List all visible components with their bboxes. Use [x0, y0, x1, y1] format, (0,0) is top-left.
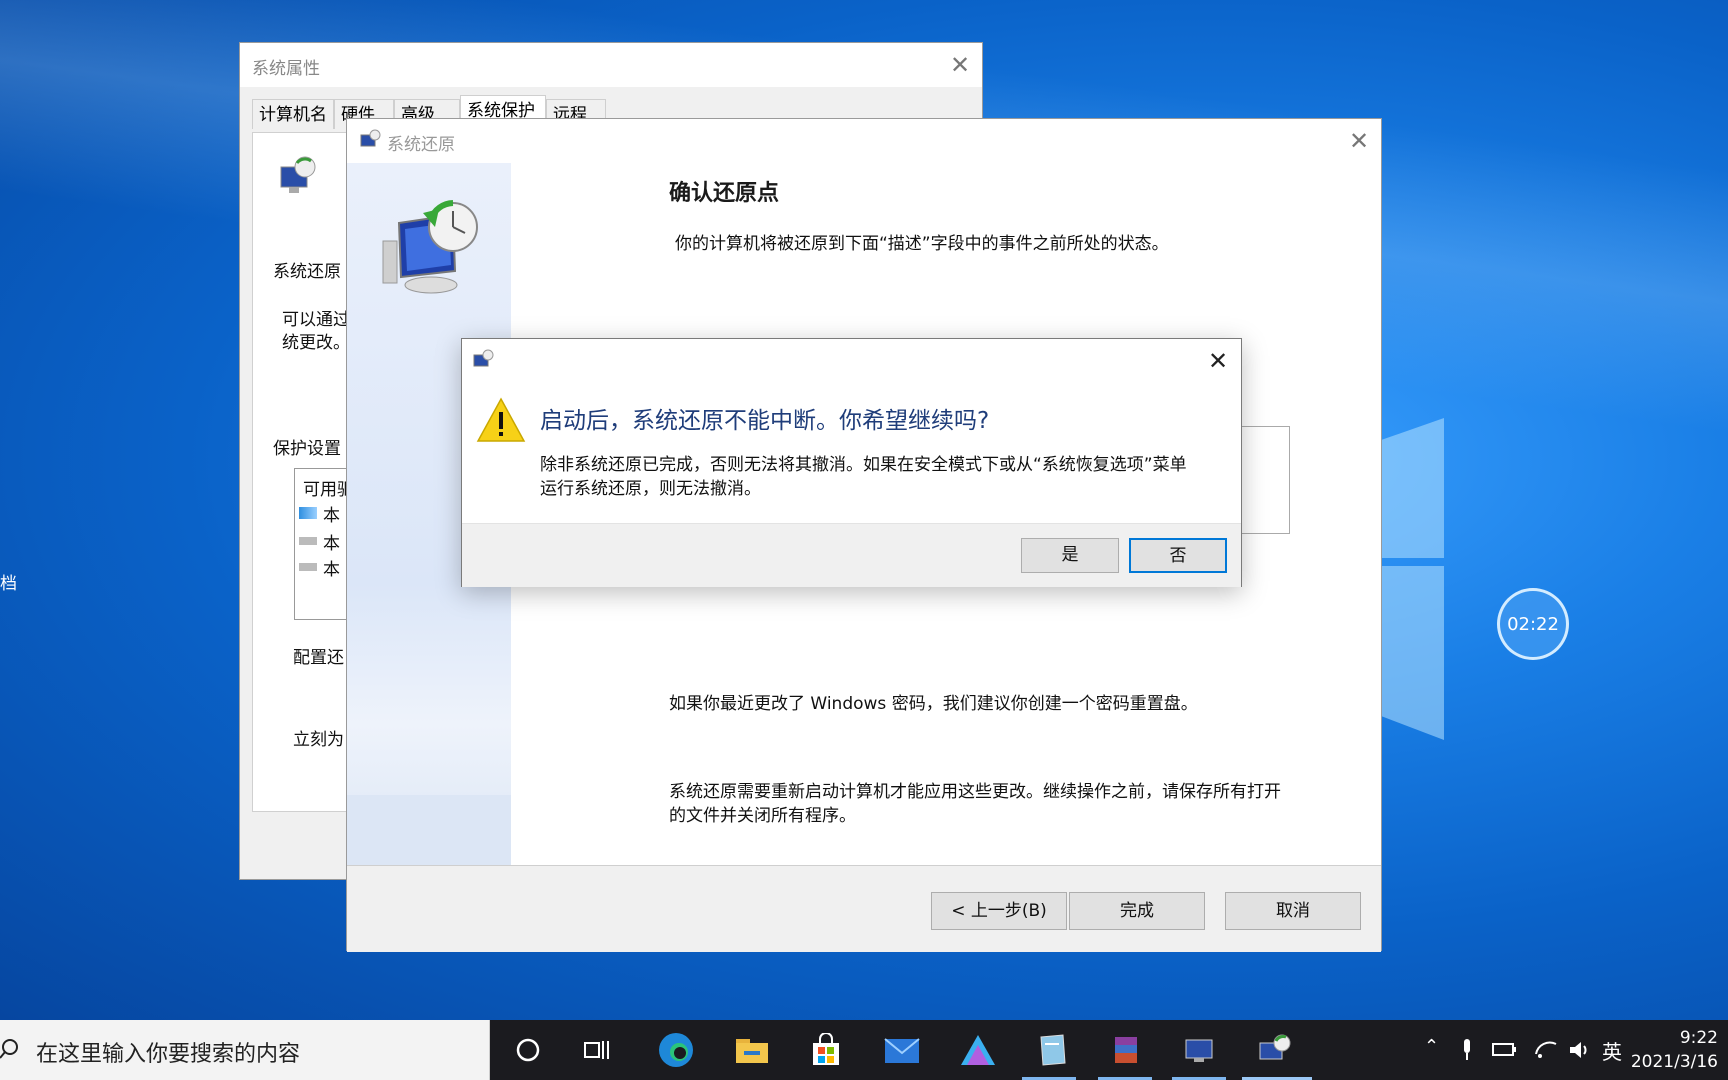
search-icon: [0, 1039, 18, 1059]
drive-icon: [299, 537, 317, 545]
app-triangle-icon[interactable]: [956, 1028, 1000, 1072]
search-input[interactable]: 在这里输入你要搜索的内容: [36, 1036, 300, 1068]
dialog-body-line: 运行系统还原，则无法撤消。: [540, 479, 761, 499]
system-restore-large-icon: [382, 200, 478, 294]
wizard-footer: < 上一步(B) 完成 取消: [347, 865, 1381, 952]
back-button[interactable]: < 上一步(B): [931, 892, 1067, 930]
clock[interactable]: 9:22 2021/3/16: [1631, 1026, 1718, 1074]
taskbar-search[interactable]: 在这里输入你要搜索的内容: [0, 1020, 490, 1080]
winrar-icon[interactable]: [1104, 1028, 1148, 1072]
system-restore-icon: [280, 156, 316, 193]
titlebar: 系统还原 ✕: [347, 119, 1381, 163]
restart-note: 系统还原需要重新启动计算机才能应用这些更改。继续操作之前，请保存所有打开: [669, 782, 1281, 802]
clock-time: 9:22: [1679, 1028, 1718, 1048]
mail-icon[interactable]: [880, 1028, 924, 1072]
chevron-up-icon[interactable]: ⌃: [1424, 1036, 1439, 1057]
yes-button[interactable]: 是: [1021, 538, 1119, 573]
dialog-footer: 是 否: [462, 523, 1241, 587]
restart-note: 的文件并关闭所有程序。: [669, 806, 856, 826]
create-restore-point-label: 立刻为: [293, 730, 344, 750]
battery-icon[interactable]: [1492, 1040, 1518, 1058]
system-restore-label: 系统还原: [273, 262, 341, 282]
taskbar: 在这里输入你要搜索的内容 ⌃ 英 9:22 2021/3/16: [0, 1020, 1728, 1080]
warning-icon: [476, 397, 526, 442]
drive-label: 本: [323, 560, 340, 580]
confirm-dialog: ✕ 启动后，系统还原不能中断。你希望继续吗? 除非系统还原已完成，否则无法将其撤…: [461, 338, 1242, 587]
close-icon[interactable]: ✕: [1349, 129, 1369, 153]
file-explorer-icon[interactable]: [730, 1028, 774, 1072]
cancel-button[interactable]: 取消: [1225, 892, 1361, 930]
wallpaper-windows-logo-lower: [1380, 566, 1444, 740]
page-title: 确认还原点: [669, 181, 780, 206]
system-restore-icon: [360, 129, 381, 147]
titlebar: 系统属性 ✕: [240, 43, 982, 87]
no-button[interactable]: 否: [1129, 538, 1227, 573]
window-title: 系统属性: [252, 59, 320, 79]
system-properties-taskbar-icon[interactable]: [1178, 1028, 1222, 1072]
protection-settings-label: 保护设置: [273, 439, 341, 459]
system-restore-taskbar-icon[interactable]: [1252, 1028, 1296, 1072]
wifi-icon[interactable]: [1534, 1040, 1558, 1060]
desktop-icon-label: 档: [0, 574, 17, 594]
finish-button[interactable]: 完成: [1069, 892, 1205, 930]
ime-indicator[interactable]: 英: [1602, 1036, 1622, 1065]
store-icon[interactable]: [804, 1028, 848, 1072]
clock-date: 2021/3/16: [1630, 1052, 1718, 1072]
recording-timer[interactable]: 02:22: [1497, 588, 1569, 660]
close-icon[interactable]: ✕: [950, 53, 970, 77]
intro-text: 你的计算机将被还原到下面“描述”字段中的事件之前所处的状态。: [675, 234, 1169, 254]
side-panel-footer: [347, 795, 511, 865]
restore-point-details-box: [1240, 426, 1290, 534]
system-restore-icon: [473, 349, 494, 367]
cortana-icon[interactable]: [506, 1028, 550, 1072]
system-restore-description: 可以通过: [282, 310, 350, 330]
password-note: 如果你最近更改了 Windows 密码，我们建议你创建一个密码重置盘。: [669, 694, 1198, 714]
notes-app-icon[interactable]: [1030, 1028, 1074, 1072]
dialog-body: 除非系统还原已完成，否则无法将其撤消。如果在安全模式下或从“系统恢复选项”菜单 …: [540, 453, 1230, 501]
close-icon[interactable]: ✕: [1208, 349, 1228, 373]
system-restore-description: 统更改。: [282, 333, 350, 353]
drive-label: 本: [323, 534, 340, 554]
wallpaper-windows-logo: [1380, 418, 1444, 558]
edge-icon[interactable]: [654, 1028, 698, 1072]
task-view-icon[interactable]: [576, 1028, 620, 1072]
dialog-heading: 启动后，系统还原不能中断。你希望继续吗?: [540, 408, 990, 434]
configure-restore-label: 配置还: [293, 648, 344, 668]
drive-icon: [299, 563, 317, 571]
volume-icon[interactable]: [1568, 1040, 1592, 1060]
drive-label: 本: [323, 506, 340, 526]
microphone-icon[interactable]: [1460, 1038, 1474, 1062]
windows-drive-icon: [299, 507, 317, 519]
window-title: 系统还原: [387, 135, 455, 155]
dialog-body-line: 除非系统还原已完成，否则无法将其撤消。如果在安全模式下或从“系统恢复选项”菜单: [540, 455, 1187, 475]
tab-computer-name[interactable]: 计算机名: [252, 99, 334, 129]
